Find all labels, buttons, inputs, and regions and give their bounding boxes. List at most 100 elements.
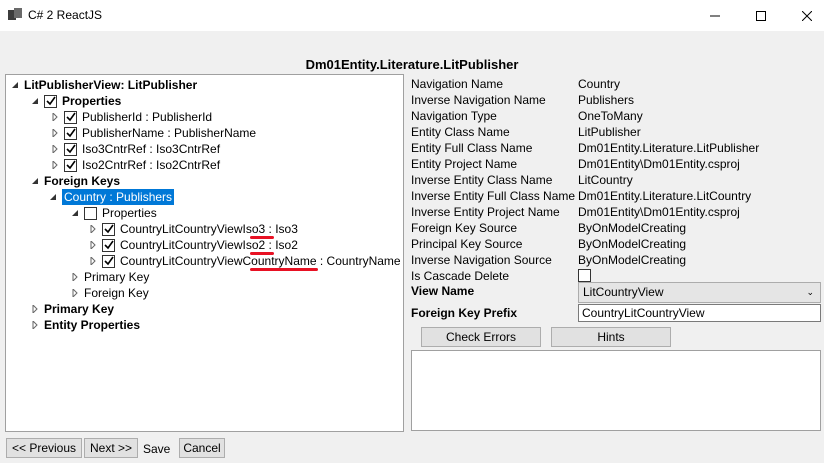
tree-view[interactable]: LitPublisherView: LitPublisher Propertie…	[5, 74, 404, 432]
tree-node-label: Primary Key	[84, 270, 150, 284]
chevron-down-icon: ⌄	[806, 287, 814, 297]
fk-prefix-label: Foreign Key Prefix	[411, 306, 518, 320]
tree-node-label: Entity Properties	[44, 318, 141, 332]
fk-property-checkbox[interactable]	[102, 254, 115, 268]
label-prefix: CountryLitCountryView	[120, 222, 243, 236]
check-icon	[103, 224, 114, 234]
save-label: Save	[143, 442, 171, 456]
prop-row-inverse-entity-class-name: Inverse Entity Class Name LitCountry	[411, 172, 821, 188]
fk-prefix-input[interactable]: CountryLitCountryView	[578, 304, 821, 322]
tree-node-label: PublisherName : PublisherName	[82, 126, 257, 140]
check-icon	[103, 256, 114, 266]
prop-value: Dm01Entity\Dm01Entity.csproj	[578, 157, 740, 171]
label-suffix: : Iso2	[265, 238, 298, 252]
tree-node-entity-properties[interactable]: Entity Properties	[30, 317, 140, 333]
fk-property-checkbox[interactable]	[102, 238, 115, 252]
tree-node-fk-properties[interactable]: Properties	[70, 205, 157, 221]
window-title: C# 2 ReactJS	[28, 8, 103, 22]
expand-icon[interactable]	[50, 125, 60, 141]
expand-icon[interactable]	[70, 285, 80, 301]
tree-node-property[interactable]: Iso2CntrRef : Iso2CntrRef	[50, 157, 220, 173]
prop-value: LitPublisher	[578, 125, 641, 139]
tree-node-label: Primary Key	[44, 302, 115, 316]
tree-node-country-publishers[interactable]: Country : Publishers	[48, 189, 175, 205]
property-checkbox[interactable]	[64, 158, 77, 172]
collapse-icon[interactable]	[70, 205, 80, 221]
prop-value: Dm01Entity.Literature.LitPublisher	[578, 141, 760, 155]
expand-icon[interactable]	[88, 221, 98, 237]
check-icon	[65, 128, 76, 138]
collapse-icon[interactable]	[30, 93, 40, 109]
minimize-button[interactable]	[692, 0, 738, 31]
expand-icon[interactable]	[50, 141, 60, 157]
cancel-button[interactable]: Cancel	[179, 438, 225, 458]
tree-node-property[interactable]: PublisherId : PublisherId	[50, 109, 212, 125]
prop-label: Entity Project Name	[411, 157, 518, 171]
previous-button[interactable]: << Previous	[6, 438, 82, 458]
tree-node-foreign-keys[interactable]: Foreign Keys	[30, 173, 120, 189]
prop-value: ByOnModelCreating	[578, 221, 687, 235]
collapse-icon[interactable]	[30, 173, 40, 189]
prop-label: Principal Key Source	[411, 237, 523, 251]
prop-label: Inverse Navigation Source	[411, 253, 552, 267]
prop-row-navigation-type: Navigation Type OneToMany	[411, 108, 821, 124]
view-name-label: View Name	[411, 284, 475, 298]
collapse-icon[interactable]	[10, 77, 20, 93]
prop-row-entity-class-name: Entity Class Name LitPublisher	[411, 124, 821, 140]
tree-node-fk-primary-key[interactable]: Primary Key	[70, 269, 149, 285]
expand-icon[interactable]	[30, 317, 40, 333]
label-suffix: : CountryName	[316, 254, 401, 268]
tree-node-primary-key[interactable]: Primary Key	[30, 301, 114, 317]
tree-node-property[interactable]: PublisherName : PublisherName	[50, 125, 256, 141]
errors-output[interactable]	[411, 350, 821, 431]
prop-label: Entity Class Name	[411, 125, 510, 139]
tree-node-fk-property[interactable]: CountryLitCountryViewIso2 : Iso2	[88, 237, 298, 253]
prop-value: Country	[578, 77, 621, 91]
tree-node-label: Foreign Key	[84, 286, 149, 300]
highlight-underline	[250, 268, 318, 271]
expand-icon[interactable]	[30, 301, 40, 317]
check-icon	[103, 240, 114, 250]
tree-node-fk-property[interactable]: CountryLitCountryViewCountryName : Count…	[88, 253, 401, 269]
hints-button[interactable]: Hints	[551, 327, 671, 347]
property-checkbox[interactable]	[64, 110, 77, 124]
prop-row-inverse-entity-project-name: Inverse Entity Project Name Dm01Entity\Dm…	[411, 204, 821, 220]
cascade-delete-checkbox[interactable]	[578, 269, 591, 282]
check-icon	[45, 96, 56, 106]
properties-checkbox[interactable]	[44, 94, 57, 108]
expand-icon[interactable]	[50, 157, 60, 173]
expand-icon[interactable]	[88, 253, 98, 269]
prop-label: Inverse Entity Project Name	[411, 205, 560, 219]
fk-properties-checkbox[interactable]	[84, 206, 97, 220]
expand-icon[interactable]	[70, 269, 80, 285]
property-checkbox[interactable]	[64, 126, 77, 140]
tree-node-property[interactable]: Iso3CntrRef : Iso3CntrRef	[50, 141, 220, 157]
check-errors-button[interactable]: Check Errors	[421, 327, 541, 347]
highlight-underline	[250, 236, 274, 239]
prop-value: ByOnModelCreating	[578, 237, 687, 251]
collapse-icon[interactable]	[48, 189, 58, 205]
prop-label: Navigation Name	[411, 77, 504, 91]
expand-icon[interactable]	[50, 109, 60, 125]
tree-node-properties[interactable]: Properties	[30, 93, 121, 109]
view-name-select[interactable]: LitCountryView ⌄	[578, 282, 821, 303]
prop-value: Dm01Entity.Literature.LitCountry	[578, 189, 752, 203]
fk-property-checkbox[interactable]	[102, 222, 115, 236]
next-button[interactable]: Next >>	[84, 438, 138, 458]
tree-node-fk-foreign-key[interactable]: Foreign Key	[70, 285, 149, 301]
tree-node-label: CountryLitCountryViewCountryName : Count…	[120, 253, 401, 269]
expand-icon[interactable]	[88, 237, 98, 253]
prop-value: OneToMany	[578, 109, 643, 123]
prop-row-principal-key-source: Principal Key Source ByOnModelCreating	[411, 236, 821, 252]
property-checkbox[interactable]	[64, 142, 77, 156]
title-bar: C# 2 ReactJS	[0, 0, 824, 31]
tree-node-fk-property[interactable]: CountryLitCountryViewIso3 : Iso3	[88, 221, 298, 237]
prop-value: Publishers	[578, 93, 635, 107]
tree-node-label: Properties	[62, 94, 122, 108]
app-icon	[8, 8, 22, 20]
tree-node-root[interactable]: LitPublisherView: LitPublisher	[10, 77, 197, 93]
prop-row-entity-project-name: Entity Project Name Dm01Entity\Dm01Entity…	[411, 156, 821, 172]
prop-label: Entity Full Class Name	[411, 141, 533, 155]
maximize-button[interactable]	[738, 0, 784, 31]
close-button[interactable]	[784, 0, 824, 31]
